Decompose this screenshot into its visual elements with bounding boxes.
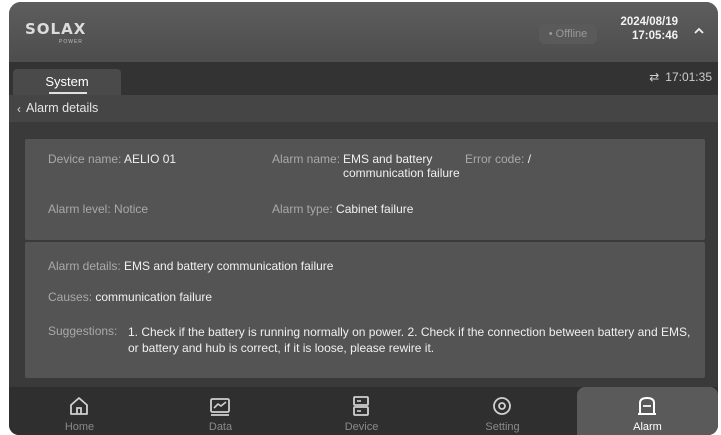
gear-icon (493, 397, 511, 415)
nav-item-home[interactable]: Home (9, 387, 150, 435)
device-name-value: AELIO 01 (124, 152, 177, 166)
chevron-up-icon[interactable] (693, 25, 705, 37)
alarm-icon (638, 396, 656, 415)
tab-active-indicator (49, 92, 87, 94)
brand-logo: SOLAX (25, 20, 87, 38)
app-window: SOLAX POWER • Offline 2024/08/19 17:05:4… (9, 2, 718, 435)
breadcrumb: ‹ Alarm details (9, 95, 718, 122)
causes-row: Causes: communication failure (48, 290, 212, 304)
date-text: 2024/08/19 (620, 16, 678, 28)
device-icon (353, 396, 369, 416)
tab-label: System (45, 74, 89, 89)
nav-label-setting: Setting (485, 421, 520, 433)
alarm-type-label: Alarm type: (272, 202, 333, 216)
home-icon (70, 397, 88, 415)
nav-item-setting[interactable]: Setting (432, 387, 573, 435)
alarm-level-row: Alarm level: Notice (48, 202, 148, 216)
datetime: 2024/08/19 17:05:46 (614, 15, 678, 43)
alarm-name-value: EMS and battery communication failure (343, 152, 460, 180)
alarm-info-card: Device name: AELIO 01 Alarm name: EMS an… (25, 139, 705, 240)
nav-item-alarm[interactable]: Alarm (577, 387, 718, 435)
nav-item-device[interactable]: Device (291, 387, 432, 435)
sync-time: 17:01:35 (665, 70, 712, 84)
connection-status-badge: • Offline (539, 24, 597, 44)
alarm-level-label: Alarm level: (48, 202, 111, 216)
error-code-row: Error code: / (465, 152, 531, 166)
alarm-name-label: Alarm name: (272, 152, 341, 166)
nav-label-device: Device (344, 421, 379, 433)
top-bar: SOLAX POWER • Offline 2024/08/19 17:05:4… (9, 2, 718, 62)
nav-label-data: Data (208, 421, 233, 433)
causes-label: Causes: (48, 290, 93, 304)
tab-bar: System ⇄ 17:01:35 (9, 62, 718, 95)
back-link[interactable]: Alarm details (26, 101, 98, 115)
nav-item-data[interactable]: Data (150, 387, 291, 435)
brand-logo-sub: POWER (59, 39, 83, 45)
tab-system[interactable]: System (13, 69, 121, 95)
alarm-details-label: Alarm details: (48, 259, 121, 273)
nav-label-alarm: Alarm (633, 421, 662, 433)
nav-label-home: Home (64, 421, 95, 433)
alarm-details-row: Alarm details: EMS and battery communica… (48, 259, 333, 273)
alarm-level-value: Notice (114, 202, 149, 216)
chevron-left-icon[interactable]: ‹ (17, 102, 21, 116)
causes-value: communication failure (95, 290, 213, 304)
device-name-label: Device name: (48, 152, 122, 166)
suggestions-label: Suggestions: (48, 324, 118, 338)
alarm-details-card: Alarm details: EMS and battery communica… (25, 242, 705, 378)
sync-icon: ⇄ (649, 70, 660, 84)
alarm-type-value: Cabinet failure (336, 202, 414, 216)
chart-icon (210, 398, 230, 416)
alarm-details-value: EMS and battery communication failure (124, 259, 334, 273)
main-content: Device name: AELIO 01 Alarm name: EMS an… (9, 122, 718, 387)
suggestions-value: 1. Check if the battery is running norma… (128, 325, 691, 355)
error-code-value: / (527, 152, 532, 166)
device-name-row: Device name: AELIO 01 (48, 152, 176, 166)
time-text: 17:05:46 (631, 30, 678, 42)
error-code-label: Error code: (465, 152, 525, 166)
alarm-type-row: Alarm type: Cabinet failure (272, 202, 413, 216)
sync-status[interactable]: ⇄ 17:01:35 (649, 70, 712, 84)
bottom-nav: Home Data Device Setting Alarm (9, 387, 718, 435)
